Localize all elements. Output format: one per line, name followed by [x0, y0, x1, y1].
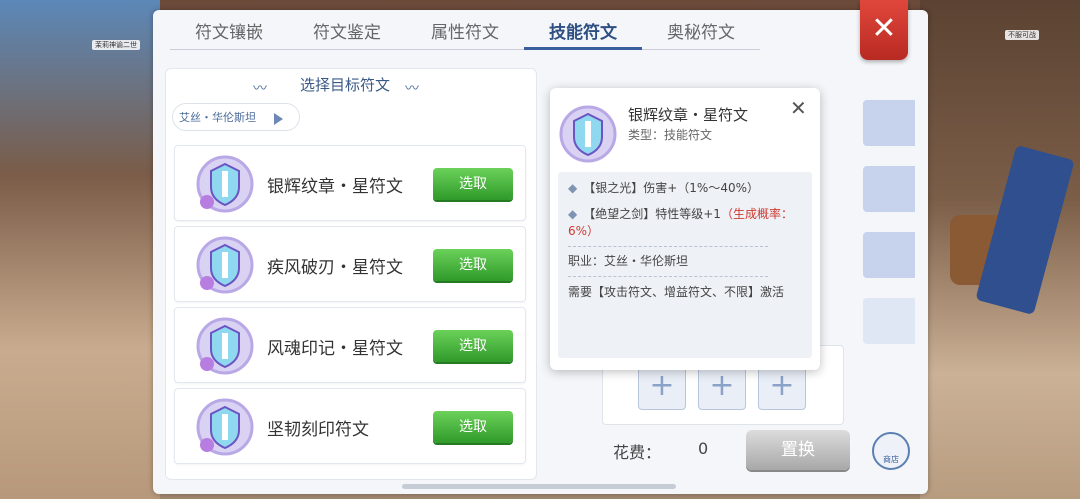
require-line: 需要【攻击符文、增益符文、不限】激活 — [568, 285, 785, 299]
rune-shield-icon — [196, 317, 254, 375]
rune-shield-icon — [196, 236, 254, 294]
list-item[interactable]: 银辉纹章・星符文 选取 — [174, 145, 526, 221]
tower-rune-icon[interactable] — [863, 232, 915, 278]
rune-name: 风魂印记・星符文 — [267, 339, 403, 359]
class-filter-dropdown[interactable]: 艾丝・华伦斯坦 — [172, 103, 300, 131]
tab-attribute-rune[interactable]: 属性符文 — [406, 12, 524, 50]
tab-skill-rune[interactable]: 技能符文 — [524, 12, 642, 50]
wing-ornament-icon: 〰 — [405, 81, 419, 97]
rune-name: 银辉纹章・星符文 — [267, 177, 403, 197]
list-item[interactable]: 疾风破刃・星符文 选取 — [174, 226, 526, 302]
shop-label: 商店 — [883, 455, 899, 464]
effect-text: 【银之光】伤害+（1%～40%） — [583, 181, 759, 195]
list-item[interactable]: 坚韧刻印符文 选取 — [174, 388, 526, 464]
rune-list: 银辉纹章・星符文 选取 疾风破刃・星符文 选取 风魂印记・星符文 选取 坚韧刻印… — [174, 145, 526, 469]
rune-name: 坚韧刻印符文 — [267, 420, 369, 440]
list-item[interactable]: 风魂印记・星符文 选取 — [174, 307, 526, 383]
npc-nameplate: 茉莉神谕二世 — [92, 40, 140, 50]
select-button[interactable]: 选取 — [433, 249, 513, 281]
scrollbar[interactable] — [402, 484, 676, 489]
diamond-bullet-icon: ◆ — [568, 207, 578, 221]
swap-button[interactable]: 置换 — [746, 430, 850, 470]
divider — [568, 246, 768, 247]
class-filter-label: 艾丝・华伦斯坦 — [179, 111, 256, 124]
select-button[interactable]: 选取 — [433, 411, 513, 443]
job-line: 职业：艾丝・华伦斯坦 — [568, 254, 689, 268]
tab-mystic-rune[interactable]: 奥秘符文 — [642, 12, 760, 50]
rune-shield-icon — [196, 398, 254, 456]
tooltip-title: 银辉纹章・星符文 — [628, 106, 749, 124]
select-button[interactable]: 选取 — [433, 330, 513, 362]
tooltip-body: ◆ 【银之光】伤害+（1%～40%） ◆ 【绝望之剑】特性等级+1（生成概率：6%）… — [558, 172, 812, 358]
scene-left — [0, 0, 160, 499]
add-slot-button[interactable]: + — [638, 364, 686, 410]
divider — [568, 276, 768, 277]
close-button[interactable]: ✕ — [860, 0, 908, 60]
effect-line: ◆ 【银之光】伤害+（1%～40%） — [568, 180, 798, 197]
cost-label: 花费： — [613, 443, 662, 462]
tooltip-type: 类型：技能符文 — [628, 128, 713, 142]
rune-name: 疾风破刃・星符文 — [267, 258, 403, 278]
add-slot-button[interactable]: + — [758, 364, 806, 410]
effect-line: ◆ 【绝望之剑】特性等级+1（生成概率：6%） — [568, 206, 798, 240]
tab-rune-inlay[interactable]: 符文镶嵌 — [170, 12, 288, 50]
effect-text: 【绝望之剑】特性等级+1 — [583, 207, 721, 221]
swirl-rune-icon[interactable] — [863, 166, 915, 212]
swap-gears-icon[interactable] — [863, 298, 915, 344]
star-rune-icon[interactable] — [863, 100, 915, 146]
rune-shield-icon — [559, 105, 617, 163]
shop-icon[interactable]: 商店 — [872, 432, 910, 470]
diamond-bullet-icon: ◆ — [568, 181, 578, 195]
play-arrow-icon — [274, 113, 283, 125]
cost-value: 0 — [698, 439, 709, 458]
select-button[interactable]: 选取 — [433, 168, 513, 200]
npc-nameplate: 不服可战 — [1005, 30, 1039, 40]
tooltip-close-button[interactable]: ✕ — [790, 96, 807, 120]
rune-shield-icon — [196, 155, 254, 213]
tab-bar: 符文镶嵌 符文鉴定 属性符文 技能符文 奥秘符文 — [170, 12, 760, 50]
tab-rune-appraise[interactable]: 符文鉴定 — [288, 12, 406, 50]
add-slot-button[interactable]: + — [698, 364, 746, 410]
rune-tooltip: 银辉纹章・星符文 类型：技能符文 ✕ ◆ 【银之光】伤害+（1%～40%） ◆ 【绝… — [550, 88, 820, 370]
